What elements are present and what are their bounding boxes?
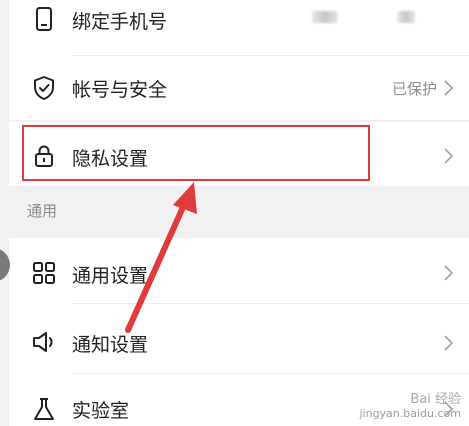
annotation-arrow <box>125 182 197 333</box>
watermark-brand: Bai 经验 <box>410 392 461 407</box>
watermark: Bai 经验 jingyan.baidu.com <box>359 388 461 420</box>
watermark-url: jingyan.baidu.com <box>359 407 461 420</box>
